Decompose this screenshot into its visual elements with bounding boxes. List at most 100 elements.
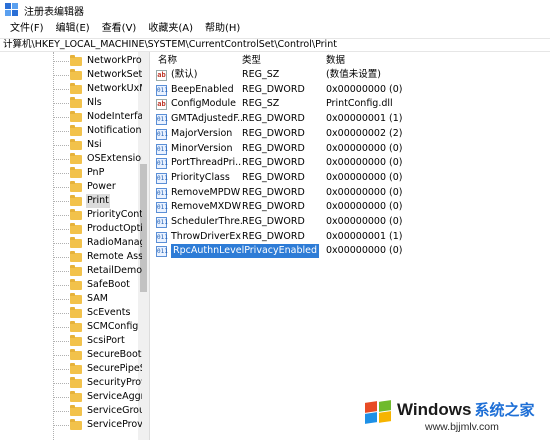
tree-item-label: PnP bbox=[87, 167, 105, 178]
value-name-cell: 011 PortThreadPri... bbox=[156, 156, 242, 170]
tree-item[interactable]: SCMConfig bbox=[70, 320, 139, 334]
tree-item[interactable]: ScsiPort bbox=[70, 334, 126, 348]
tree-item[interactable]: ProductOptic bbox=[70, 222, 142, 236]
dword-value-icon: 011 bbox=[156, 143, 168, 155]
menu-edit[interactable]: 编辑(E) bbox=[50, 20, 96, 38]
tree-item[interactable]: ServiceAggre bbox=[70, 390, 142, 404]
tree-item[interactable]: SecurityProvi bbox=[70, 376, 142, 390]
tree-connector bbox=[53, 243, 69, 244]
value-data: 0x00000000 (0) bbox=[326, 216, 403, 227]
folder-icon bbox=[70, 405, 82, 416]
dword-value-icon: 011 bbox=[156, 231, 168, 243]
value-row[interactable]: 011 PortThreadPri... REG_DWORD 0x00000000 (… bbox=[152, 156, 550, 170]
folder-icon bbox=[70, 321, 82, 332]
value-name: PortThreadPri... bbox=[171, 157, 242, 168]
tree-guide-line bbox=[53, 52, 54, 440]
value-name-cell: 011 GMTAdjustedF... bbox=[156, 112, 242, 126]
value-row[interactable]: 011 BeepEnabled REG_DWORD 0x00000000 (0) bbox=[152, 83, 550, 97]
tree-item[interactable]: NetworkProv bbox=[70, 54, 142, 68]
tree-connector bbox=[53, 285, 69, 286]
value-row[interactable]: ab ConfigModule REG_SZ PrintConfig.dll bbox=[152, 97, 550, 111]
tree-item[interactable]: Print bbox=[70, 194, 110, 208]
tree-item[interactable]: Power bbox=[70, 180, 117, 194]
tree-item[interactable]: SAM bbox=[70, 292, 109, 306]
tree-item[interactable]: Notifications bbox=[70, 124, 142, 138]
tree-item[interactable]: PriorityContro bbox=[70, 208, 142, 222]
folder-icon bbox=[70, 349, 82, 360]
value-row[interactable]: 011 SchedulerThre... REG_DWORD 0x00000000 (… bbox=[152, 215, 550, 229]
tree-item[interactable]: SafeBoot bbox=[70, 278, 131, 292]
value-name-cell: 011 PriorityClass bbox=[156, 171, 242, 185]
value-data: PrintConfig.dll bbox=[326, 98, 393, 109]
tree-item[interactable]: ScEvents bbox=[70, 306, 131, 320]
tree-item-label: SecurityProvi bbox=[87, 377, 142, 388]
value-type: REG_DWORD bbox=[242, 157, 305, 168]
tree-item[interactable]: PnP bbox=[70, 166, 105, 180]
column-data[interactable]: 数据 bbox=[326, 54, 345, 68]
folder-icon bbox=[70, 209, 82, 220]
menu-help[interactable]: 帮助(H) bbox=[199, 20, 246, 38]
value-type: REG_DWORD bbox=[242, 231, 305, 242]
value-name: MinorVersion bbox=[171, 143, 233, 154]
value-row[interactable]: 011ThrowDriverEx...REG_DWORD 0x00000001 (… bbox=[152, 230, 550, 244]
tree-item[interactable]: NetworkSetu bbox=[70, 68, 142, 82]
menu-favorites[interactable]: 收藏夹(A) bbox=[142, 20, 199, 38]
tree-item[interactable]: ServiceGroup bbox=[70, 404, 142, 418]
tree-connector bbox=[53, 75, 69, 76]
tree-item[interactable]: SecurePipeSe bbox=[70, 362, 142, 376]
value-name-cell: 011 RemoveMXDW bbox=[156, 200, 242, 214]
value-name: ThrowDriverEx... bbox=[171, 231, 242, 242]
column-name[interactable]: 名称 bbox=[158, 54, 177, 68]
tree-connector bbox=[53, 117, 69, 118]
value-row[interactable]: 011 MajorVersion REG_DWORD 0x00000002 (2) bbox=[152, 127, 550, 141]
tree-item-label: SecurePipeSe bbox=[87, 363, 142, 374]
string-value-icon: ab bbox=[156, 69, 167, 81]
tree-item[interactable]: SecureBoot bbox=[70, 348, 142, 362]
dword-value-icon: 011 bbox=[156, 113, 168, 125]
value-data: 0x00000002 (2) bbox=[326, 128, 403, 139]
tree-item[interactable]: Nsi bbox=[70, 138, 103, 152]
tree-item[interactable]: Remote Assis bbox=[70, 250, 142, 264]
tree-item[interactable]: RadioManag bbox=[70, 236, 142, 250]
tree-item[interactable]: Nls bbox=[70, 96, 103, 110]
value-row[interactable]: 011 RemoveMPDW REG_DWORD 0x00000000 (0) bbox=[152, 186, 550, 200]
menu-file[interactable]: 文件(F) bbox=[4, 20, 50, 38]
value-name-cell: ab (默认) bbox=[156, 68, 242, 82]
dword-value-icon: 011 bbox=[156, 157, 168, 169]
tree-item[interactable]: RetailDemo bbox=[70, 264, 142, 278]
tree-connector bbox=[53, 327, 69, 328]
value-row[interactable]: 011 MinorVersion REG_DWORD 0x00000000 (0) bbox=[152, 142, 550, 156]
folder-icon bbox=[70, 83, 82, 94]
tree-item-label: Power bbox=[87, 181, 116, 192]
key-tree[interactable]: NetworkProv NetworkSetu NetworkUxM Nls NodeI… bbox=[0, 52, 150, 440]
tree-connector bbox=[53, 397, 69, 398]
tree-connector bbox=[53, 201, 69, 202]
address-bar[interactable]: 计算机\HKEY_LOCAL_MACHINE\SYSTEM\CurrentCon… bbox=[0, 38, 550, 52]
folder-icon bbox=[70, 223, 82, 234]
tree-connector bbox=[53, 355, 69, 356]
tree-item[interactable]: OSExtensionI bbox=[70, 152, 142, 166]
regedit-icon bbox=[5, 3, 19, 17]
tree-item-label: Nsi bbox=[87, 139, 102, 150]
tree-item-label: SAM bbox=[87, 293, 108, 304]
value-row[interactable]: ab (默认) REG_SZ (数值未设置) bbox=[152, 68, 550, 82]
value-row-editing[interactable]: 011 RpcAuthnLevelPrivacyEnabled 0x00000000… bbox=[152, 244, 550, 258]
value-row[interactable]: 011 RemoveMXDW REG_DWORD 0x00000000 (0) bbox=[152, 200, 550, 214]
value-type: REG_SZ bbox=[242, 69, 280, 80]
value-row[interactable]: 011 GMTAdjustedF... REG_DWORD 0x00000001 (1… bbox=[152, 112, 550, 126]
title-bar: 注册表编辑器 bbox=[0, 0, 550, 20]
rename-input[interactable]: RpcAuthnLevelPrivacyEnabled bbox=[171, 244, 320, 258]
values-list[interactable]: 名称 类型 数据 ab (默认) REG_SZ (数值未设置) 011 BeepEnabl… bbox=[152, 52, 550, 440]
menu-view[interactable]: 查看(V) bbox=[96, 20, 143, 38]
tree-item[interactable]: NetworkUxM bbox=[70, 82, 142, 96]
tree-connector bbox=[53, 145, 69, 146]
folder-icon bbox=[70, 251, 82, 262]
tree-item[interactable]: ServiceProvic bbox=[70, 418, 142, 432]
tree-item[interactable]: NodeInterfac bbox=[70, 110, 142, 124]
value-row[interactable]: 011 PriorityClass REG_DWORD 0x00000000 (0) bbox=[152, 171, 550, 185]
column-type[interactable]: 类型 bbox=[242, 54, 261, 68]
tree-connector bbox=[53, 383, 69, 384]
watermark-brand-text: Windows bbox=[397, 400, 472, 419]
value-data: 0x00000000 (0) bbox=[326, 187, 403, 198]
tree-item-label: PriorityContro bbox=[87, 209, 142, 220]
